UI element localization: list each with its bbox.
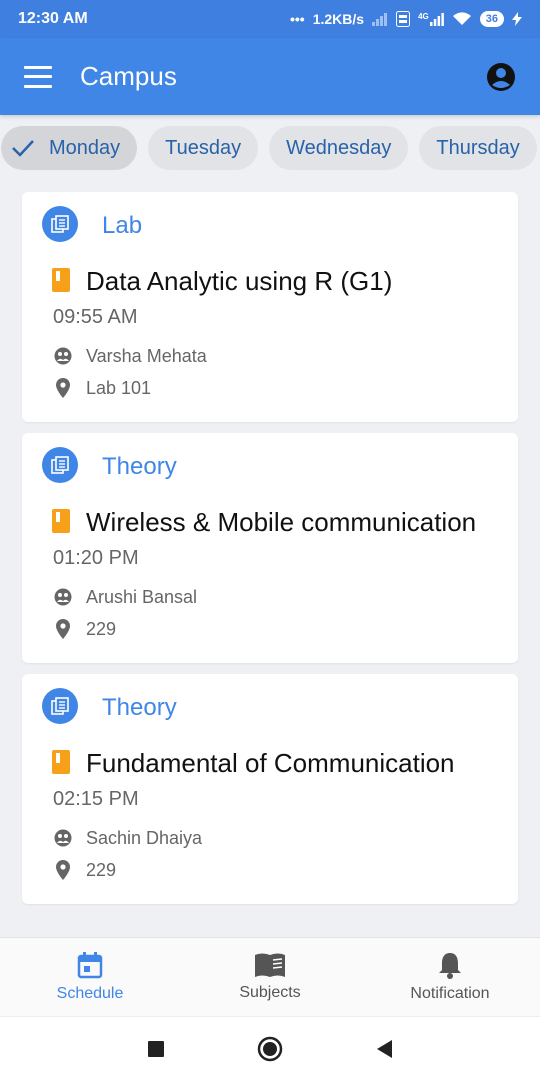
class-subject: Wireless & Mobile communication bbox=[86, 507, 477, 537]
nav-label: Notification bbox=[410, 985, 490, 1002]
signal-weak-icon bbox=[372, 12, 388, 26]
class-card[interactable]: Theory Wireless & Mobile communication 0… bbox=[22, 433, 518, 663]
check-icon bbox=[12, 140, 34, 157]
class-room: 229 bbox=[86, 860, 117, 880]
day-chip-monday[interactable]: Monday bbox=[1, 126, 138, 170]
nav-subjects[interactable]: Subjects bbox=[180, 938, 360, 1016]
day-chip-tuesday[interactable]: Tuesday bbox=[148, 126, 259, 170]
class-card[interactable]: Theory Fundamental of Communication 02:1… bbox=[22, 674, 518, 904]
class-room: 229 bbox=[86, 619, 117, 639]
teacher-icon bbox=[53, 346, 73, 366]
app-bar: Campus bbox=[0, 38, 540, 115]
net-speed: 1.2KB/s bbox=[312, 11, 365, 27]
bookmark-icon bbox=[52, 509, 70, 533]
square-icon bbox=[148, 1040, 164, 1057]
teacher-icon bbox=[53, 828, 73, 848]
nav-label: Schedule bbox=[56, 985, 124, 1002]
status-bar: 12:30 AM ••• 1.2KB/s 4G 36 bbox=[0, 0, 540, 38]
system-navigation-bar bbox=[0, 1016, 540, 1080]
day-chip-wednesday[interactable]: Wednesday bbox=[269, 126, 409, 170]
bookmark-icon bbox=[52, 750, 70, 774]
signal-strong-icon: 4G bbox=[418, 12, 444, 26]
nav-notification[interactable]: Notification bbox=[360, 938, 540, 1016]
class-type: Lab bbox=[102, 212, 143, 239]
class-time: 09:55 AM bbox=[53, 306, 138, 328]
home-button[interactable] bbox=[257, 1036, 283, 1062]
class-subject: Fundamental of Communication bbox=[86, 748, 455, 778]
class-type: Theory bbox=[102, 694, 177, 721]
book-icon bbox=[255, 953, 285, 977]
data-dots-icon: ••• bbox=[290, 11, 305, 27]
bookmark-icon bbox=[52, 268, 70, 292]
class-teacher: Varsha Mehata bbox=[86, 346, 207, 366]
calendar-icon bbox=[77, 952, 103, 979]
location-icon bbox=[53, 860, 73, 880]
day-chip-thursday[interactable]: Thursday bbox=[419, 126, 537, 170]
teacher-icon bbox=[53, 587, 73, 607]
recent-apps-button[interactable] bbox=[147, 1040, 165, 1058]
back-triangle-icon bbox=[377, 1039, 392, 1058]
class-list: Lab Data Analytic using R (G1) 09:55 AM … bbox=[22, 192, 518, 915]
day-chip-label: Thursday bbox=[436, 136, 520, 159]
bottom-navigation: Schedule Subjects Notification bbox=[0, 937, 540, 1016]
wifi-icon bbox=[452, 12, 472, 26]
class-type: Theory bbox=[102, 453, 177, 480]
class-teacher: Arushi Bansal bbox=[86, 587, 198, 607]
class-card[interactable]: Lab Data Analytic using R (G1) 09:55 AM … bbox=[22, 192, 518, 422]
class-type-icon bbox=[42, 447, 78, 483]
day-selector: Monday Tuesday Wednesday Thursday bbox=[0, 126, 540, 170]
location-icon bbox=[53, 378, 73, 398]
bell-icon bbox=[439, 953, 461, 979]
circle-icon bbox=[257, 1036, 283, 1061]
battery-icon: 36 bbox=[479, 11, 504, 27]
network-type: 4G bbox=[418, 12, 429, 21]
status-time: 12:30 AM bbox=[18, 10, 88, 27]
location-icon bbox=[53, 619, 73, 639]
class-time: 01:20 PM bbox=[53, 547, 139, 569]
class-type-icon bbox=[42, 688, 78, 724]
day-chip-label: Tuesday bbox=[165, 136, 242, 159]
class-subject: Data Analytic using R (G1) bbox=[86, 266, 393, 296]
class-teacher: Sachin Dhaiya bbox=[86, 828, 203, 848]
class-time: 02:15 PM bbox=[53, 788, 139, 810]
menu-icon[interactable] bbox=[24, 65, 52, 88]
charging-icon bbox=[512, 12, 522, 26]
nav-label: Subjects bbox=[239, 984, 301, 1001]
account-icon[interactable] bbox=[486, 62, 516, 92]
nav-schedule[interactable]: Schedule bbox=[0, 938, 180, 1016]
class-type-icon bbox=[42, 206, 78, 242]
day-chip-label: Wednesday bbox=[286, 136, 392, 159]
back-button[interactable] bbox=[375, 1039, 393, 1059]
class-room: Lab 101 bbox=[86, 378, 152, 398]
app-title: Campus bbox=[80, 61, 177, 91]
status-indicators: ••• 1.2KB/s 4G 36 bbox=[290, 11, 522, 27]
day-chip-label: Monday bbox=[49, 136, 121, 159]
volte-icon bbox=[396, 11, 411, 27]
